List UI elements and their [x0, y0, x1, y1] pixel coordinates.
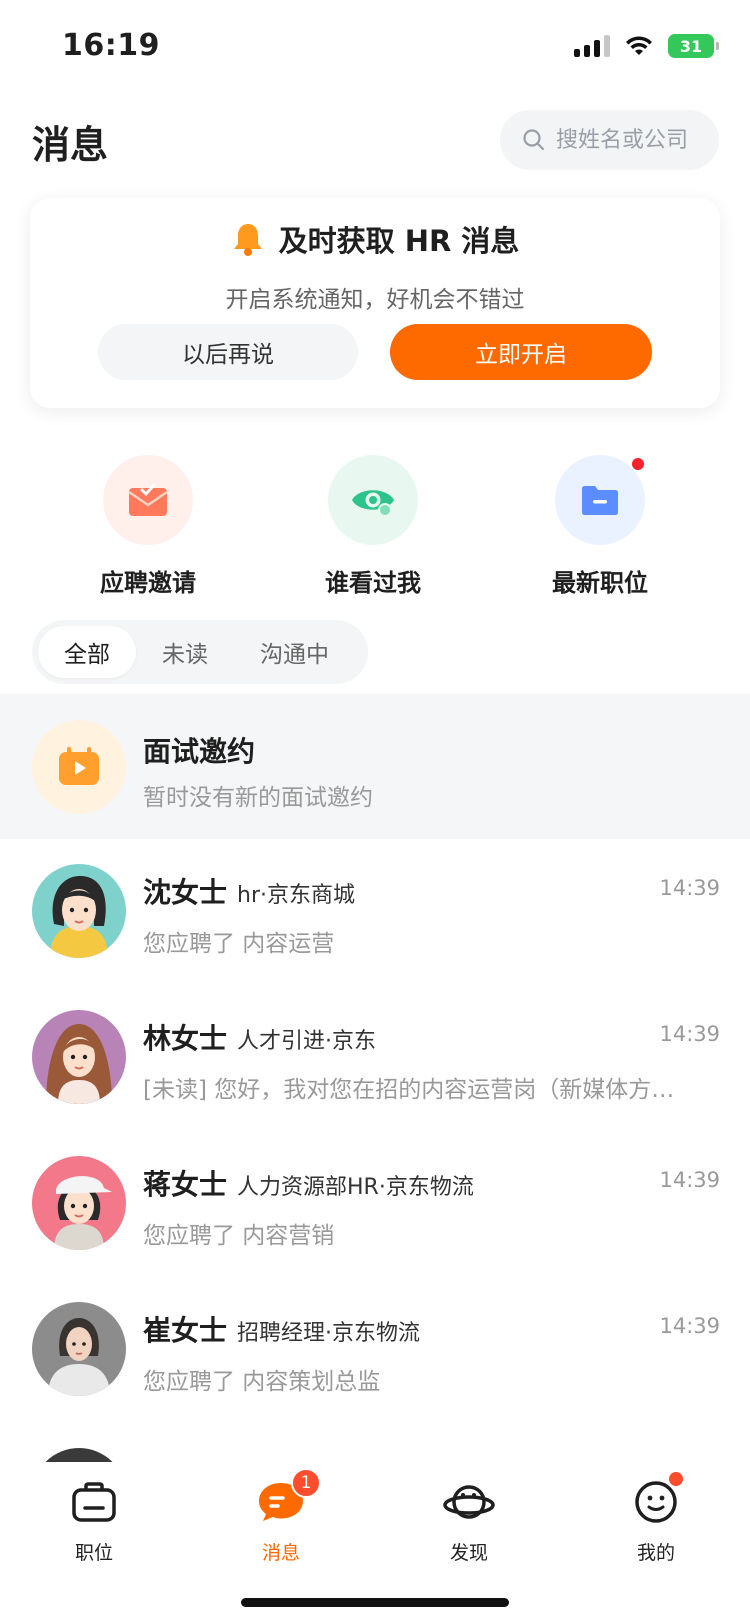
quick-entry-label: 谁看过我 [325, 569, 421, 597]
chat-meta: 招聘经理·京东物流 [237, 1321, 420, 1346]
envelope-icon [103, 455, 193, 545]
quick-entry-label: 应聘邀请 [100, 569, 196, 597]
chat-time: 14:39 [659, 1168, 720, 1192]
chat-bubble-icon: 1 [253, 1468, 321, 1530]
tab-messages[interactable]: 1 消息 [221, 1468, 341, 1565]
chat-time: 14:39 [659, 876, 720, 900]
interview-title: 面试邀约 [143, 735, 256, 768]
avatar [32, 1156, 126, 1250]
quick-entry-label: 最新职位 [552, 569, 648, 597]
folder-icon [555, 455, 645, 545]
chat-name: 崔女士 [143, 1314, 228, 1347]
chat-message: 您应聘了 内容策划总监 [143, 1369, 381, 1395]
chat-time: 14:39 [659, 1022, 720, 1046]
filter-tab-all[interactable]: 全部 [38, 626, 136, 678]
chat-item[interactable]: 林女士 人才引进·京东 14:39 [未读] 您好，我对您在招的内容运营岗（新媒… [0, 990, 750, 1136]
message-filter-tabs: 全部 未读 沟通中 [32, 620, 368, 684]
chat-meta: hr·京东商城 [237, 883, 355, 908]
chat-message: [未读] 您好，我对您在招的内容运营岗（新媒体方向）很感兴趣 [143, 1077, 683, 1103]
planet-icon [441, 1474, 497, 1530]
partial-avatar [32, 1448, 126, 1462]
search-icon [523, 129, 545, 151]
smiley-icon [628, 1472, 684, 1530]
me-notification-dot [669, 1472, 683, 1486]
notify-title: 及时获取 HR 消息 [278, 224, 520, 258]
chat-item[interactable]: 蒋女士 人力资源部HR·京东物流 14:39 您应聘了 内容营销 [0, 1136, 750, 1282]
page-title: 消息 [32, 123, 109, 167]
filter-tab-in-progress[interactable]: 沟通中 [234, 626, 355, 678]
calendar-video-icon [32, 720, 126, 814]
eye-icon [328, 455, 418, 545]
home-indicator [241, 1598, 509, 1607]
quick-entry-new-jobs[interactable]: 最新职位 [510, 455, 690, 598]
chat-meta: 人才引进·京东 [237, 1029, 376, 1054]
wifi-icon [626, 36, 652, 55]
interview-subtitle: 暂时没有新的面试邀约 [143, 785, 373, 811]
battery-level: 31 [679, 36, 703, 56]
status-bar: 16:19 31 [0, 0, 750, 92]
interview-invitations-row[interactable]: 面试邀约 暂时没有新的面试邀约 [0, 694, 750, 839]
tab-jobs[interactable]: 职位 [34, 1474, 154, 1565]
tab-discover[interactable]: 发现 [409, 1474, 529, 1565]
enable-notifications-button[interactable]: 立即开启 [390, 324, 652, 380]
notify-title-row: 及时获取 HR 消息 [30, 218, 720, 260]
chat-item[interactable]: 沈女士 hr·京东商城 14:39 您应聘了 内容运营 [0, 844, 750, 990]
chat-meta: 人力资源部HR·京东物流 [237, 1175, 474, 1200]
tab-label: 消息 [261, 1542, 300, 1564]
filter-tab-unread[interactable]: 未读 [136, 626, 234, 678]
chat-message: 您应聘了 内容营销 [143, 1223, 335, 1249]
tab-label: 我的 [636, 1542, 675, 1564]
notification-permission-card: 及时获取 HR 消息 开启系统通知，好机会不错过 以后再说 立即开启 [30, 198, 720, 408]
chat-name: 林女士 [143, 1022, 228, 1055]
search-box[interactable] [500, 110, 719, 170]
signal-icon [574, 35, 610, 57]
bell-icon [233, 224, 262, 256]
battery-icon: 31 [668, 34, 719, 58]
new-jobs-dot [632, 458, 644, 470]
status-icons: 31 [574, 34, 719, 58]
status-time: 16:19 [62, 28, 160, 63]
briefcase-icon [66, 1474, 122, 1530]
notify-subtitle: 开启系统通知，好机会不错过 [225, 287, 525, 313]
avatar [32, 1010, 126, 1104]
quick-entry-invitations[interactable]: 应聘邀请 [58, 455, 238, 598]
avatar [32, 1302, 126, 1396]
later-button[interactable]: 以后再说 [98, 324, 358, 380]
chat-name: 蒋女士 [143, 1168, 228, 1201]
quick-entry-viewers[interactable]: 谁看过我 [283, 455, 463, 598]
chat-name: 沈女士 [143, 876, 228, 909]
search-input[interactable] [556, 127, 716, 153]
tab-me[interactable]: 我的 [596, 1472, 716, 1565]
tab-label: 发现 [449, 1542, 488, 1564]
chat-item[interactable]: 崔女士 招聘经理·京东物流 14:39 您应聘了 内容策划总监 [0, 1282, 750, 1428]
unread-badge: 1 [291, 1468, 321, 1498]
avatar [32, 864, 126, 958]
tab-label: 职位 [74, 1542, 113, 1564]
chat-time: 14:39 [659, 1314, 720, 1338]
chat-message: 您应聘了 内容运营 [143, 931, 335, 957]
